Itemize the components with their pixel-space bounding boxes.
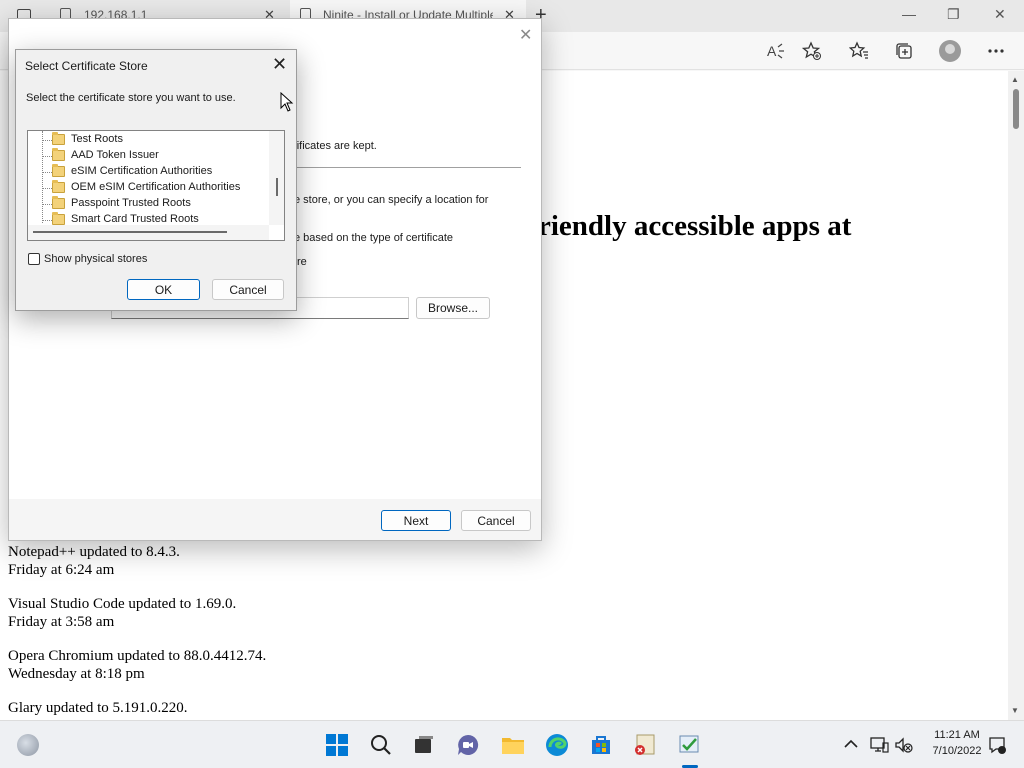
update-item: Opera Chromium updated to 88.0.4412.74. … [8, 647, 266, 683]
svg-text:A: A [767, 43, 777, 59]
collections-icon[interactable] [893, 40, 915, 62]
update-title: Glary updated to 5.191.0.220. [8, 700, 188, 716]
task-view-icon[interactable] [412, 733, 436, 757]
wizard-text-store: e store, or you can specify a location f… [294, 194, 489, 206]
add-favorite-icon[interactable] [801, 40, 823, 62]
update-item: Visual Studio Code updated to 1.69.0. Fr… [8, 595, 236, 631]
dialog-instruction: Select the certificate store you want to… [26, 92, 236, 104]
tree-item-label: AAD Token Issuer [71, 149, 159, 161]
network-icon[interactable] [869, 735, 889, 755]
folder-icon [52, 148, 65, 161]
update-time: Friday at 3:58 am [8, 614, 115, 630]
certificate-import-wizard-icon[interactable] [677, 733, 701, 757]
read-aloud-icon[interactable]: A [765, 40, 787, 62]
update-item: Glary updated to 5.191.0.220. [8, 699, 188, 717]
search-icon[interactable] [369, 733, 393, 757]
ok-button[interactable]: OK [127, 279, 200, 300]
tree-scroll-thumb[interactable] [276, 178, 278, 196]
wizard-cancel-button[interactable]: Cancel [461, 510, 531, 531]
wizard-close-icon[interactable]: ✕ [519, 25, 532, 45]
more-options-icon[interactable] [985, 40, 1007, 62]
folder-icon [52, 132, 65, 145]
tree-item-label: Smart Card Trusted Roots [71, 213, 199, 225]
dialog-title: Select Certificate Store [25, 59, 148, 73]
taskbar [0, 720, 1024, 768]
minimize-button[interactable]: — [902, 6, 916, 22]
next-button[interactable]: Next [381, 510, 451, 531]
tree-vertical-scrollbar[interactable] [269, 131, 284, 225]
clock-time[interactable]: 11:21 AM [922, 729, 992, 741]
file-explorer-icon[interactable] [501, 733, 525, 757]
page-scrollbar[interactable]: ▲ ▼ [1008, 71, 1024, 720]
tree-item-oem-esim-certification-authorities[interactable]: OEM eSIM Certification Authorities [28, 180, 268, 196]
chat-icon[interactable] [456, 733, 480, 757]
checkbox-box[interactable] [28, 253, 40, 265]
update-title: Visual Studio Code updated to 1.69.0. [8, 596, 237, 612]
folder-icon [52, 164, 65, 177]
folder-icon [52, 196, 65, 209]
maximize-button[interactable]: ❐ [947, 6, 960, 23]
edge-browser-icon[interactable] [545, 733, 569, 757]
start-icon[interactable] [325, 733, 349, 757]
mouse-pointer-icon [280, 92, 294, 112]
tree-item-test-roots[interactable]: Test Roots [28, 132, 268, 148]
update-item: Notepad++ updated to 8.4.3. Friday at 6:… [8, 543, 180, 579]
weather-widget-icon[interactable] [17, 734, 39, 756]
tree-item-label: Passpoint Trusted Roots [71, 197, 191, 209]
scroll-thumb[interactable] [1013, 89, 1019, 129]
profile-avatar[interactable] [939, 40, 961, 62]
checkbox-label: Show physical stores [44, 253, 148, 265]
tree-horizontal-scrollbar[interactable] [28, 225, 269, 240]
store-icon[interactable] [589, 733, 613, 757]
wizard-text-kept: rtificates are kept. [290, 140, 377, 152]
scroll-up-icon[interactable]: ▲ [1011, 75, 1019, 84]
update-title: Opera Chromium updated to 88.0.4412.74. [8, 648, 267, 664]
folder-icon [52, 180, 65, 193]
select-certificate-store-dialog: Select Certificate Store ✕ Select the ce… [15, 49, 297, 311]
volume-muted-icon[interactable] [894, 735, 914, 755]
close-icon[interactable]: ✕ [272, 54, 287, 75]
certificate-manager-icon[interactable] [633, 733, 657, 757]
tree-item-aad-token-issuer[interactable]: AAD Token Issuer [28, 148, 268, 164]
update-title: Notepad++ updated to 8.4.3. [8, 544, 180, 560]
tree-item-passpoint-trusted-roots[interactable]: Passpoint Trusted Roots [28, 196, 268, 212]
browse-button[interactable]: Browse... [416, 297, 490, 319]
tree-item-label: Test Roots [71, 133, 123, 145]
show-physical-stores-checkbox[interactable]: Show physical stores [28, 253, 147, 265]
wizard-text-re: re [297, 256, 307, 268]
page-heading: riendly accessible apps at [538, 210, 852, 242]
wizard-text-based: e based on the type of certificate [294, 232, 453, 244]
tree-item-label: OEM eSIM Certification Authorities [71, 181, 241, 193]
scroll-down-icon[interactable]: ▼ [1011, 706, 1019, 715]
tree-hscroll-thumb[interactable] [33, 231, 227, 233]
folder-icon [52, 212, 65, 225]
clock-date[interactable]: 7/10/2022 [922, 745, 992, 757]
chevron-up-icon[interactable] [842, 735, 860, 753]
update-time: Wednesday at 8:18 pm [8, 666, 145, 682]
update-time: Friday at 6:24 am [8, 562, 115, 578]
tree-item-esim-certification-authorities[interactable]: eSIM Certification Authorities [28, 164, 268, 180]
cancel-button[interactable]: Cancel [212, 279, 284, 300]
close-window-button[interactable]: ✕ [994, 6, 1006, 23]
favorites-icon[interactable] [848, 40, 870, 62]
tree-item-label: eSIM Certification Authorities [71, 165, 213, 177]
certificate-store-tree[interactable]: Test Roots AAD Token Issuer eSIM Certifi… [27, 130, 285, 241]
